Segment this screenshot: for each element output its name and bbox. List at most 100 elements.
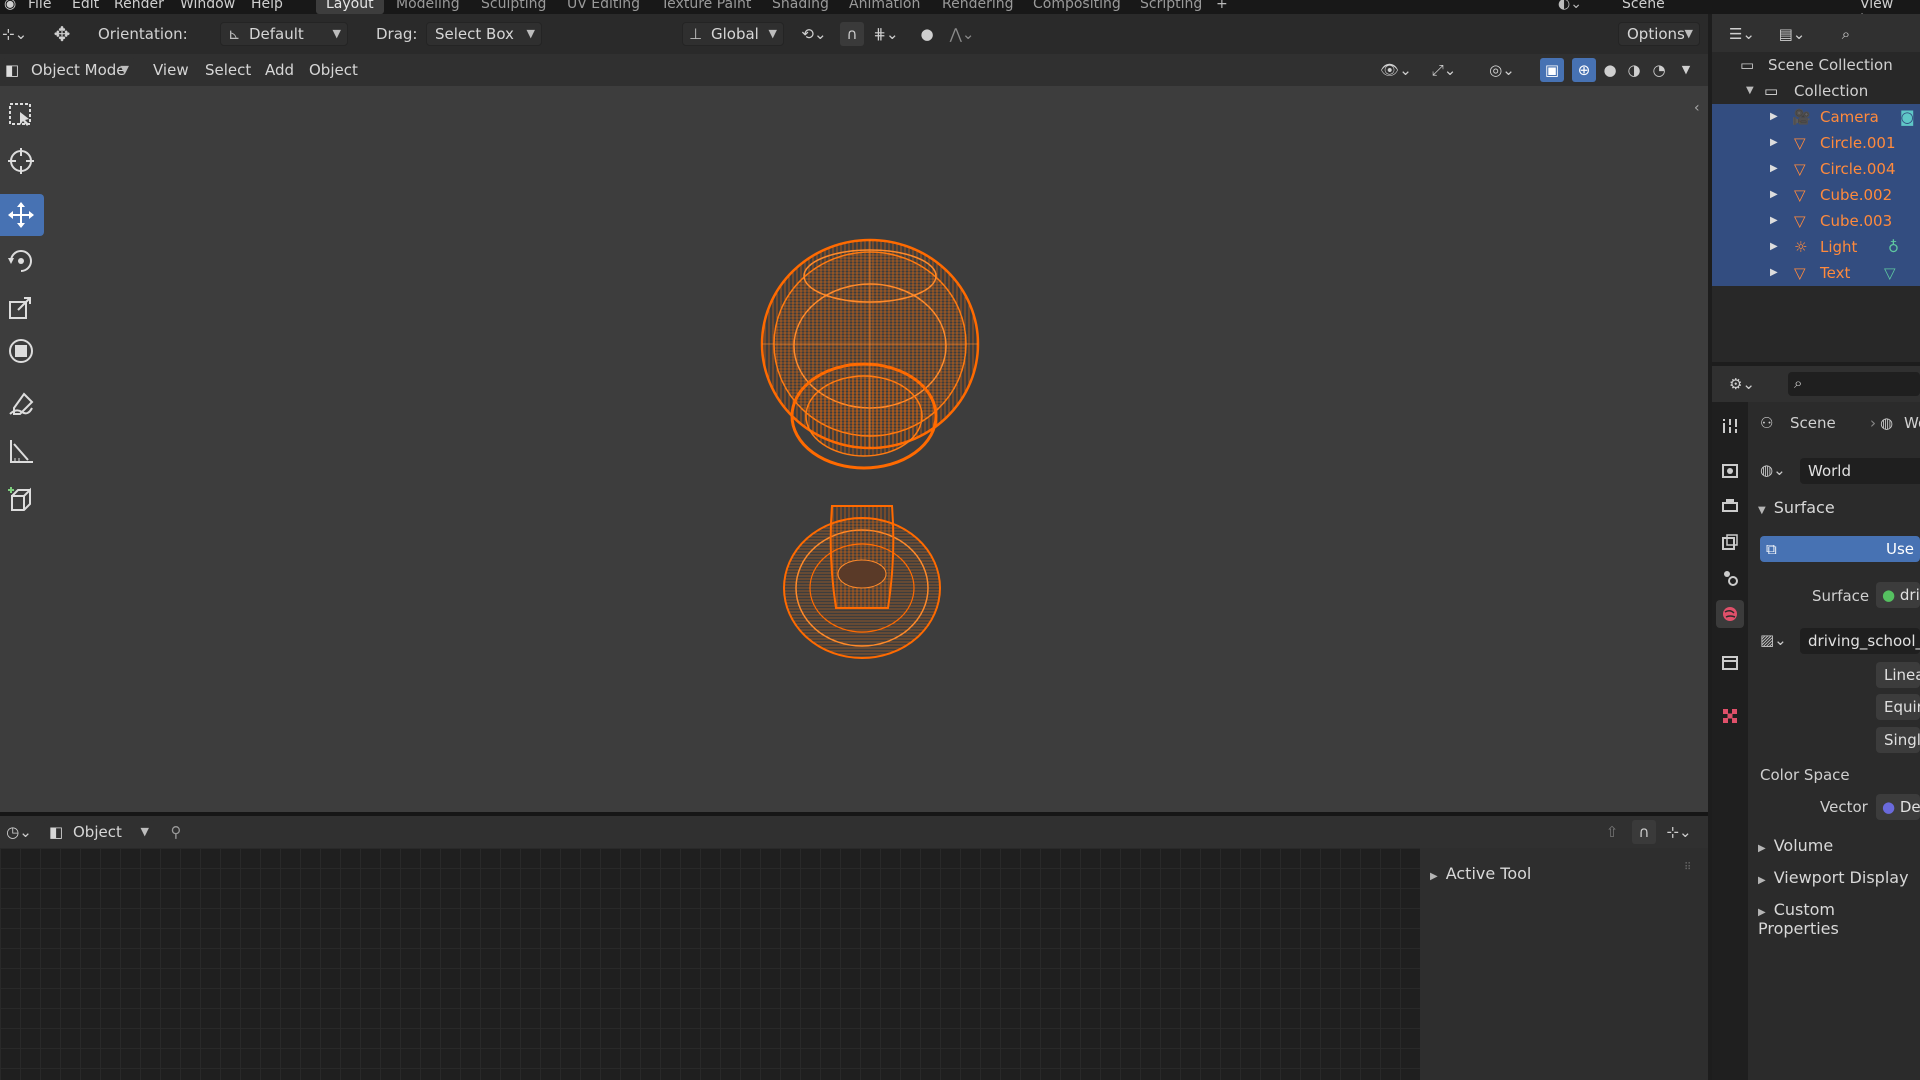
proportional-edit-icon[interactable]: ● bbox=[915, 22, 939, 46]
menu-help[interactable]: Help bbox=[251, 0, 283, 12]
visibility-icon[interactable]: 👁⌄ bbox=[1376, 58, 1416, 82]
parent-node-icon[interactable]: ⇧ bbox=[1600, 820, 1624, 844]
transform-tool[interactable] bbox=[0, 330, 44, 372]
image-browse-icon[interactable]: ▨⌄ bbox=[1760, 631, 1787, 649]
menu-window[interactable]: Window bbox=[180, 0, 235, 12]
tab-layout[interactable]: Layout bbox=[316, 0, 384, 14]
snap-toggle-icon[interactable]: ∩ bbox=[840, 22, 864, 46]
select-box-tool[interactable] bbox=[0, 94, 44, 136]
falloff-icon[interactable]: ⋀⌄ bbox=[944, 22, 980, 46]
tab-animation[interactable]: Animation bbox=[849, 0, 920, 12]
pivot-point-icon[interactable]: ⟲⌄ bbox=[796, 22, 832, 46]
collapsed-triangle-icon[interactable]: ▶ bbox=[1770, 104, 1778, 130]
active-tool-panel[interactable]: ▶ Active Tool bbox=[1430, 864, 1531, 883]
orientation-dropdown[interactable]: ⊾ Default ▼ bbox=[220, 22, 348, 46]
annotate-tool[interactable] bbox=[0, 384, 44, 426]
surface-panel-header[interactable]: ▼ Surface bbox=[1758, 498, 1835, 517]
properties-type-icon[interactable]: ⚙⌄ bbox=[1724, 372, 1760, 396]
outliner-item-circle-004[interactable]: ▶ ▽ Circle.004 bbox=[1712, 156, 1920, 182]
tab-texture[interactable] bbox=[1716, 702, 1744, 730]
menu-render[interactable]: Render bbox=[114, 0, 164, 12]
tab-sculpting[interactable]: Sculpting bbox=[481, 0, 546, 12]
surface-shader-field[interactable]: ● dri bbox=[1876, 582, 1920, 608]
tab-output[interactable] bbox=[1716, 492, 1744, 520]
collapsed-triangle-icon[interactable]: ▶ bbox=[1770, 260, 1778, 286]
use-nodes-button[interactable]: ⧉ Use N bbox=[1760, 536, 1920, 562]
add-workspace-icon[interactable]: + bbox=[1216, 0, 1228, 12]
options-dropdown[interactable]: Options ▼ bbox=[1618, 22, 1700, 46]
rotate-tool[interactable] bbox=[0, 240, 44, 282]
add-cube-tool[interactable] bbox=[0, 480, 44, 522]
image-name-field[interactable]: driving_school_4k bbox=[1800, 628, 1920, 654]
snap-target-icon[interactable]: ⋕⌄ bbox=[866, 22, 906, 46]
tab-tool[interactable] bbox=[1716, 412, 1744, 440]
world-browse-icon[interactable]: ◍⌄ bbox=[1760, 461, 1786, 479]
node-editor-type-icon[interactable]: ◷⌄ bbox=[2, 820, 36, 844]
collection-row[interactable]: ▼ ▭ Collection bbox=[1712, 78, 1920, 104]
cursor-tool[interactable] bbox=[0, 140, 44, 182]
drag-dropdown[interactable]: Select Box ▼ bbox=[426, 22, 542, 46]
tab-uv-editing[interactable]: UV Editing bbox=[567, 0, 640, 12]
menu-select[interactable]: Select bbox=[198, 58, 258, 82]
editor-type-icon[interactable]: ⊹⌄ bbox=[2, 22, 27, 46]
mode-dropdown[interactable]: ◧ Object Mode ▼ bbox=[2, 58, 136, 82]
collapsed-triangle-icon[interactable]: ▶ bbox=[1770, 182, 1778, 208]
shader-type-dropdown[interactable]: ◧ Object ▼ bbox=[44, 820, 156, 844]
collapsed-triangle-icon[interactable]: ▶ bbox=[1770, 130, 1778, 156]
sidebar-toggle-icon[interactable]: ‹ bbox=[1694, 100, 1700, 116]
collapsed-triangle-icon[interactable]: ▶ bbox=[1770, 208, 1778, 234]
tab-scripting[interactable]: Scripting bbox=[1140, 0, 1202, 12]
solid-shading-icon[interactable]: ● bbox=[1598, 58, 1622, 82]
wireframe-shading-icon[interactable]: ⊕ bbox=[1572, 58, 1596, 82]
viewport-display-panel-header[interactable]: ▶ Viewport Display bbox=[1758, 868, 1909, 887]
wireframe-model[interactable] bbox=[740, 236, 1010, 676]
outliner-type-icon[interactable]: ☰⌄ bbox=[1724, 22, 1760, 46]
scene-selector-icon[interactable]: ◐⌄ bbox=[1558, 0, 1582, 12]
projection-dropdown[interactable]: Equir bbox=[1876, 694, 1920, 720]
menu-view[interactable]: View bbox=[146, 58, 196, 82]
pin-icon[interactable]: ⚲ bbox=[164, 820, 188, 844]
collapsed-triangle-icon[interactable]: ▶ bbox=[1770, 234, 1778, 260]
interpolation-dropdown[interactable]: Linea bbox=[1876, 662, 1920, 688]
gizmo-icon[interactable]: ⤢⌄ bbox=[1424, 58, 1464, 82]
menu-edit[interactable]: Edit bbox=[72, 0, 99, 12]
tab-modeling[interactable]: Modeling bbox=[396, 0, 460, 12]
menu-file[interactable]: File bbox=[28, 0, 51, 12]
tab-rendering[interactable]: Rendering bbox=[942, 0, 1014, 12]
outliner-item-light[interactable]: ▶ ☼ Light ♁ bbox=[1712, 234, 1920, 260]
move-tool[interactable] bbox=[0, 194, 44, 236]
blender-logo-icon[interactable]: ◉ bbox=[4, 0, 16, 12]
drag-handle-icon[interactable]: ⠿ bbox=[1684, 862, 1691, 873]
tab-shading[interactable]: Shading bbox=[772, 0, 829, 12]
transform-orientation-dropdown[interactable]: ⊥ Global ▼ bbox=[682, 22, 784, 46]
tab-world[interactable] bbox=[1716, 600, 1744, 628]
overlay-icon[interactable]: ◎⌄ bbox=[1482, 58, 1522, 82]
search-icon[interactable]: ⌕ bbox=[1834, 22, 1858, 46]
tab-collection[interactable] bbox=[1716, 648, 1744, 676]
menu-add[interactable]: Add bbox=[258, 58, 301, 82]
measure-tool[interactable] bbox=[0, 430, 44, 472]
shading-options-icon[interactable]: ▼ bbox=[1674, 58, 1698, 82]
outliner-item-text[interactable]: ▶ ▽ Text ▽ bbox=[1712, 260, 1920, 286]
collapsed-triangle-icon[interactable]: ▶ bbox=[1770, 156, 1778, 182]
world-name-field[interactable]: World bbox=[1800, 458, 1920, 484]
tab-render[interactable] bbox=[1716, 456, 1744, 484]
expand-triangle-icon[interactable]: ▼ bbox=[1746, 78, 1754, 104]
node-editor-canvas[interactable] bbox=[0, 848, 1420, 1080]
view-layer-name[interactable]: View Layer bbox=[1860, 0, 1920, 14]
source-dropdown[interactable]: Single bbox=[1876, 727, 1920, 753]
outliner-item-cube-003[interactable]: ▶ ▽ Cube.003 bbox=[1712, 208, 1920, 234]
display-mode-icon[interactable]: ▤⌄ bbox=[1774, 22, 1810, 46]
scene-collection-row[interactable]: ▭ Scene Collection bbox=[1712, 52, 1920, 78]
menu-object[interactable]: Object bbox=[302, 58, 365, 82]
volume-panel-header[interactable]: ▶ Volume bbox=[1758, 836, 1833, 855]
outliner-item-circle-001[interactable]: ▶ ▽ Circle.001 bbox=[1712, 130, 1920, 156]
tab-scene[interactable] bbox=[1716, 564, 1744, 592]
tab-compositing[interactable]: Compositing bbox=[1033, 0, 1121, 12]
node-snap-target-icon[interactable]: ⊹⌄ bbox=[1660, 820, 1698, 844]
scene-name[interactable]: Scene bbox=[1622, 0, 1665, 12]
custom-properties-panel-header[interactable]: ▶ Custom Properties bbox=[1758, 900, 1920, 938]
tab-view-layer[interactable] bbox=[1716, 528, 1744, 556]
node-snap-icon[interactable]: ∩ bbox=[1632, 820, 1656, 844]
3d-viewport[interactable]: ‹ bbox=[0, 86, 1708, 812]
